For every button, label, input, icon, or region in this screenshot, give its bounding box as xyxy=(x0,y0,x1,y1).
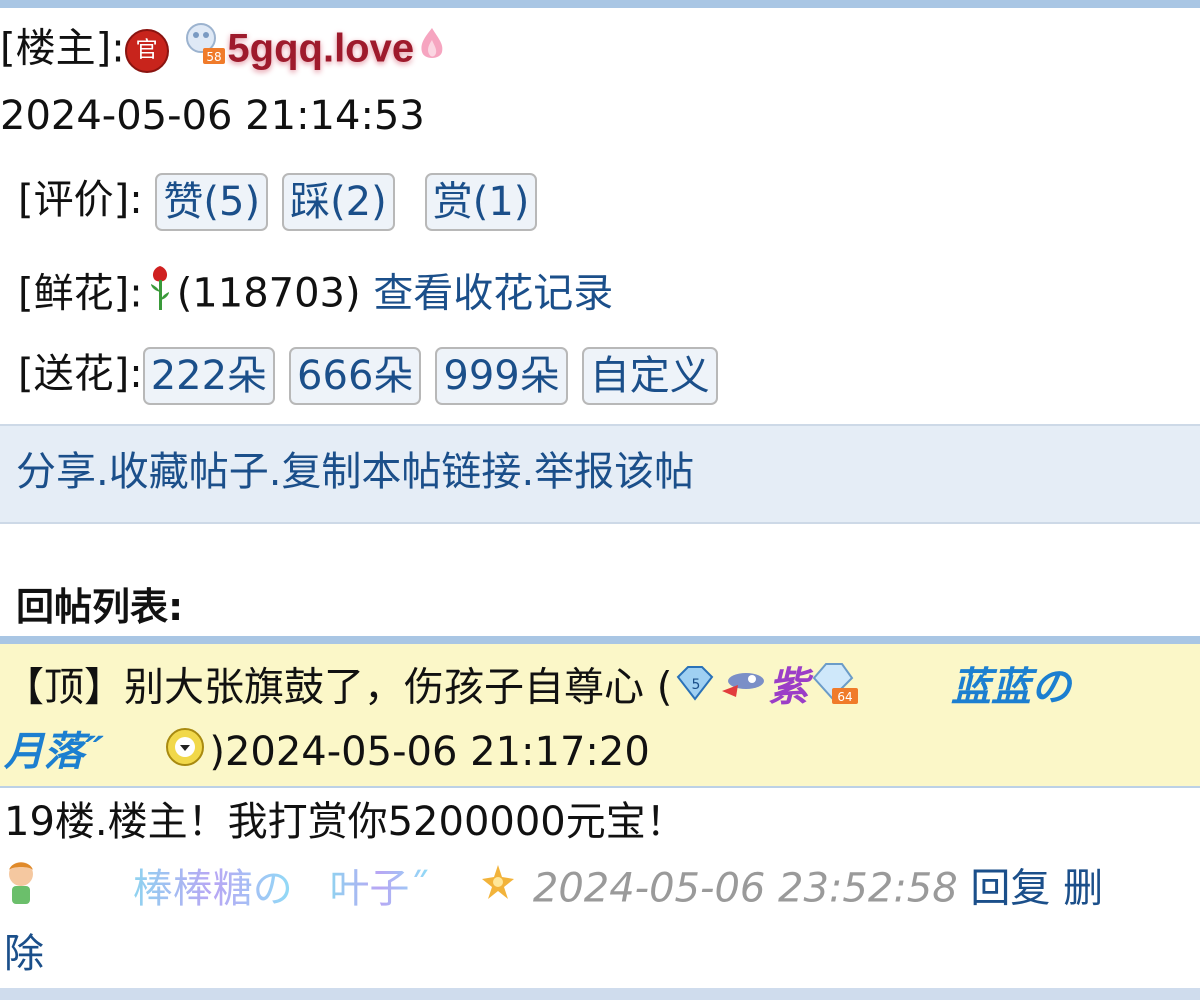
share-link[interactable]: 分享 xyxy=(16,449,96,495)
top-reply-line-2: 月落˝ )2024-05-06 21:17:20 xyxy=(4,724,650,784)
report-link[interactable]: 举报该帖 xyxy=(534,449,694,495)
send-flowers-row: [送花]: 222朵 666朵 999朵 自定义 xyxy=(18,346,732,405)
flowers-label: [鲜花]: xyxy=(18,270,143,317)
top-reply-author-part1[interactable]: 蓝蓝の xyxy=(951,666,1071,710)
official-badge-icon: 官 xyxy=(124,28,169,73)
level-badge-icon: 58 xyxy=(181,20,227,81)
separator: . xyxy=(96,449,109,495)
send-flowers-label: [送花]: xyxy=(18,351,143,397)
top-reply-timestamp: 2024-05-06 21:17:20 xyxy=(224,729,650,775)
reply-timestamp: 2024-05-06 23:52:58 xyxy=(532,865,958,912)
top-tag: 【顶】 xyxy=(4,664,124,711)
fire-icon xyxy=(414,23,450,79)
top-reply-text[interactable]: 别大张旗鼓了，伤孩子自尊心 ( xyxy=(124,665,672,711)
reply-content: 19楼.楼主！我打赏你5200000元宝！ xyxy=(4,799,686,845)
svg-text:5: 5 xyxy=(692,677,701,693)
diamond-icon: 5 xyxy=(672,662,718,718)
reply-meta-row: 棒棒糖の 叶子˝ 2024-05-06 23:52:58 回复 删 xyxy=(0,858,1103,923)
rating-label: [评价]: xyxy=(18,177,143,223)
collect-link[interactable]: 收藏帖子 xyxy=(109,449,269,495)
svg-text:64: 64 xyxy=(838,690,853,704)
rocket-icon xyxy=(718,662,768,718)
send-999-button[interactable]: 999朵 xyxy=(435,347,568,405)
flowers-row: [鲜花]: (118703) 查看收花记录 xyxy=(18,262,613,329)
reply-author-a[interactable]: 棒棒糖の xyxy=(133,866,293,912)
view-flower-records-link[interactable]: 查看收花记录 xyxy=(373,271,613,317)
send-666-button[interactable]: 666朵 xyxy=(289,347,422,405)
bottom-divider xyxy=(0,988,1200,1000)
delete-link-part1[interactable]: 删 xyxy=(1063,866,1103,912)
post-timestamp: 2024-05-06 21:14:53 xyxy=(0,93,425,139)
svg-text:58: 58 xyxy=(207,50,222,64)
top-reply-author-part2[interactable]: 月落˝ xyxy=(4,730,97,774)
author-name-link[interactable]: 5gqq.love xyxy=(227,27,414,71)
copy-link-link[interactable]: 复制本帖链接 xyxy=(281,449,521,495)
top-reply: 【顶】别大张旗鼓了，伤孩子自尊心 ( 5 紫 64 蓝蓝の 月落˝)2024-… xyxy=(0,644,1200,788)
post-actions: 分享.收藏帖子.复制本帖链接.举报该帖 xyxy=(16,444,694,500)
author-prefix: [楼主]: xyxy=(0,25,125,72)
reply-list-title: 回帖列表: xyxy=(16,585,184,629)
diamond-level-icon: 64 xyxy=(808,658,860,721)
flowers-count: (118703) xyxy=(176,270,361,317)
delete-link-part2[interactable]: 除 xyxy=(4,926,44,982)
top-reply-closing: ) xyxy=(209,729,225,775)
avatar-icon xyxy=(0,858,42,923)
separator: . xyxy=(268,449,282,495)
like-button[interactable]: 赞(5) xyxy=(155,173,269,231)
send-222-button[interactable]: 222朵 xyxy=(142,347,276,405)
reply-author-b[interactable]: 叶子˝ xyxy=(329,866,429,912)
send-custom-button[interactable]: 自定义 xyxy=(581,347,718,405)
reward-button[interactable]: 赏(1) xyxy=(424,173,538,231)
top-divider xyxy=(0,0,1200,8)
rose-icon xyxy=(143,262,177,329)
post-actions-bar: 分享.收藏帖子.复制本帖链接.举报该帖 xyxy=(0,424,1200,524)
top-reply-line-1: 【顶】别大张旗鼓了，伤孩子自尊心 ( 5 紫 64 蓝蓝の xyxy=(4,658,1071,721)
rating-row: [评价]: 赞(5) 踩(2) 赏(1) xyxy=(18,172,551,231)
purple-badge: 紫 xyxy=(768,664,809,711)
reply-link[interactable]: 回复 xyxy=(970,866,1050,912)
post-author-row: [楼主]: 官 58 5gqq.love xyxy=(0,20,450,81)
sparkle-badge-icon xyxy=(476,861,520,920)
separator: . xyxy=(521,449,535,495)
dislike-button[interactable]: 踩(2) xyxy=(282,173,395,231)
moon-badge-icon xyxy=(163,725,209,784)
reply-divider xyxy=(0,636,1200,644)
